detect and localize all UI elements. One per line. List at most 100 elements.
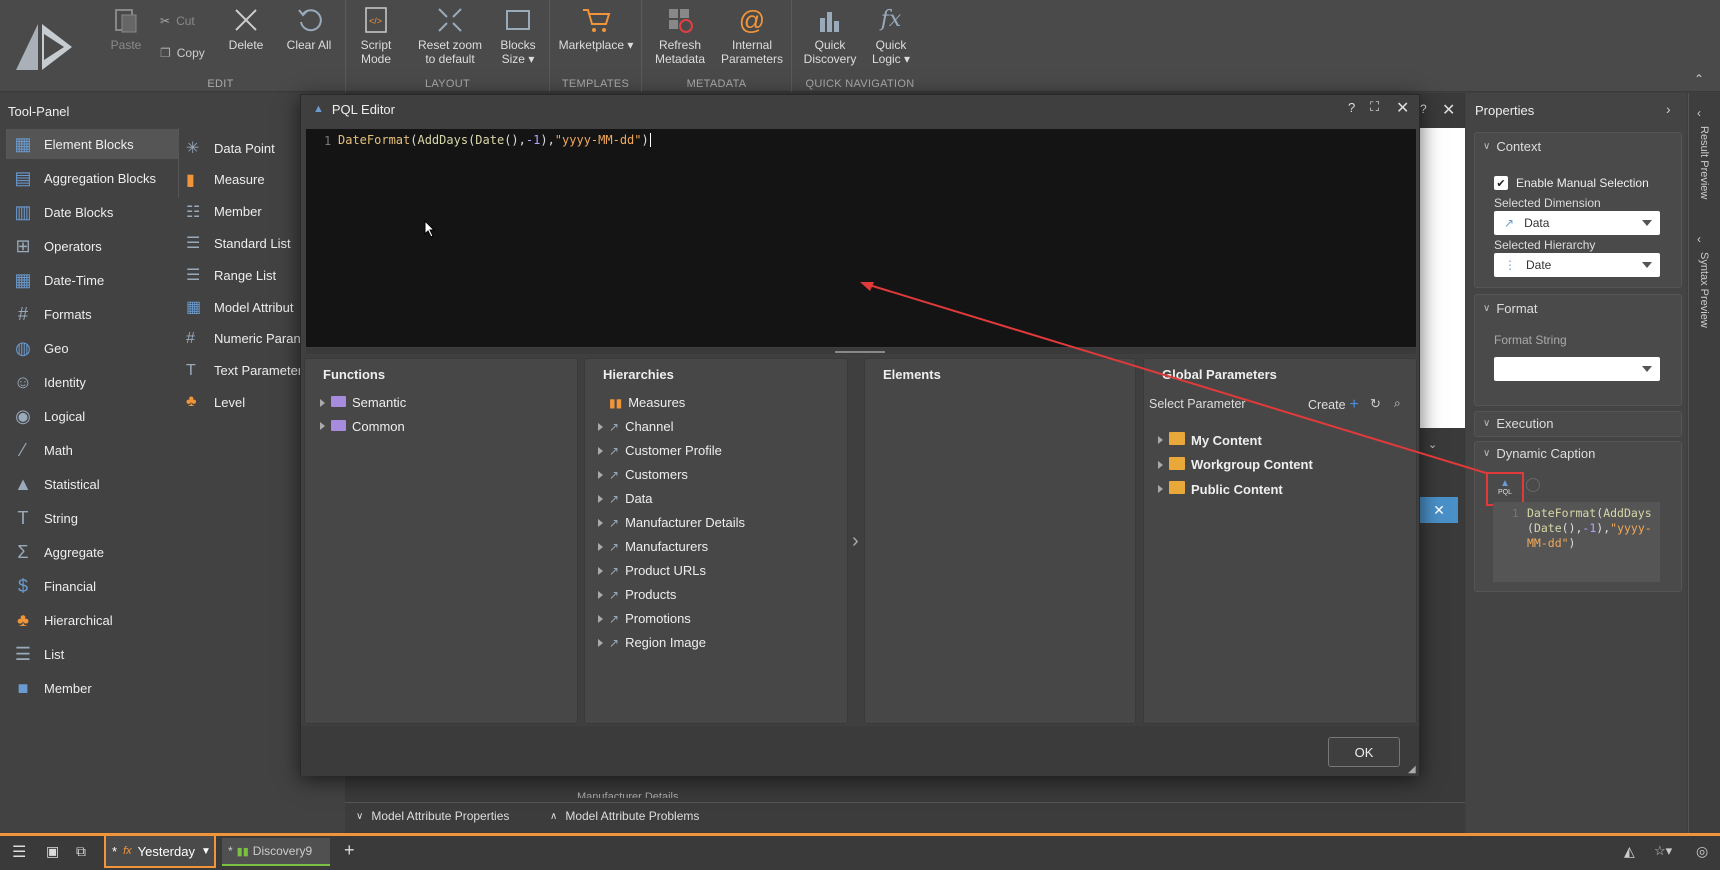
enable-manual-selection-checkbox[interactable]: ✔ Enable Manual Selection <box>1494 176 1649 190</box>
model-attribute-properties-tab[interactable]: ∨ Model Attribute Properties <box>356 809 509 823</box>
format-header[interactable]: ∨ Format <box>1475 295 1681 322</box>
expand-arrow-icon[interactable] <box>320 422 325 430</box>
hierarchy-product-urls[interactable]: ↗ Product URLs <box>598 563 706 578</box>
maximize-icon[interactable]: ⛶ <box>1370 99 1379 115</box>
element-block-range-list[interactable]: ☰ Range List <box>186 260 306 290</box>
tool-category-date-blocks[interactable]: ▥ Date Blocks <box>6 197 178 227</box>
tool-category-list[interactable]: ☰ List <box>6 639 178 669</box>
clear-all-button[interactable]: Clear All <box>284 4 334 52</box>
tool-category-logical[interactable]: ◉ Logical <box>6 401 178 431</box>
element-block-data-point[interactable]: ✳ Data Point <box>186 133 306 163</box>
pin-dropdown-icon[interactable]: ☆▾ <box>1654 843 1672 859</box>
expand-arrow-icon[interactable] <box>1158 460 1163 469</box>
canvas-pin-icon[interactable]: ⌄ <box>1428 438 1437 451</box>
script-mode-button[interactable]: </> Script Mode <box>356 4 396 66</box>
tool-category-statistical[interactable]: ▲ Statistical <box>6 469 178 499</box>
search-icon[interactable]: ⌕ <box>1394 396 1401 411</box>
model-attribute-problems-tab[interactable]: ∧ Model Attribute Problems <box>550 809 699 823</box>
element-block-numeric-paran[interactable]: # Numeric Paran <box>186 324 306 354</box>
expand-arrow-icon[interactable] <box>1158 436 1163 444</box>
marketplace-button[interactable]: Marketplace ▾ <box>558 4 634 52</box>
cut-button[interactable]: ✂ Cut <box>160 14 195 28</box>
syntax-preview-tab[interactable]: Syntax Preview <box>1698 252 1710 328</box>
tool-category-element-blocks[interactable]: ▦ Element Blocks <box>6 129 178 159</box>
pql-editor-button[interactable]: ▲ PQL <box>1495 478 1515 500</box>
hierarchy-products[interactable]: ↗ Products <box>598 587 676 602</box>
blocks-size-button[interactable]: Blocks Size ▾ <box>496 4 540 66</box>
menu-hamburger-icon[interactable]: ☰ <box>12 842 26 862</box>
element-block-measure[interactable]: ▮ Measure <box>186 165 306 195</box>
expand-arrow-icon[interactable] <box>598 494 603 503</box>
reset-zoom-button[interactable]: Reset zoom to default <box>418 4 482 66</box>
paste-button[interactable]: Paste <box>106 4 146 52</box>
canvas-close-icon[interactable]: ✕ <box>1442 100 1455 120</box>
quick-discovery-button[interactable]: Quick Discovery <box>804 4 856 66</box>
tool-category-aggregation-blocks[interactable]: ▤ Aggregation Blocks <box>6 163 178 193</box>
element-block-text-parameter[interactable]: T Text Parameter <box>186 356 306 386</box>
function-folder-semantic[interactable]: Semantic <box>320 395 406 410</box>
canvas-help-icon[interactable]: ? <box>1420 102 1427 116</box>
side-tab-collapse-icon[interactable]: ‹ <box>1697 232 1701 246</box>
tool-category-math[interactable]: ⁄ Math <box>6 435 178 465</box>
side-tab-collapse-icon[interactable]: ‹ <box>1697 106 1701 120</box>
help-icon[interactable]: ? <box>1348 100 1355 115</box>
close-icon[interactable]: ✕ <box>1396 98 1409 118</box>
execution-header[interactable]: ∨ Execution <box>1475 412 1681 437</box>
create-parameter-button[interactable]: Create + <box>1308 396 1359 414</box>
parameter-folder-public-content[interactable]: Public Content <box>1158 481 1283 497</box>
result-preview-tab[interactable]: Result Preview <box>1698 126 1710 199</box>
tool-category-member[interactable]: ■ Member <box>6 673 178 703</box>
ok-button[interactable]: OK <box>1328 737 1400 767</box>
expand-pane-icon[interactable]: › <box>852 530 859 553</box>
format-string-dropdown[interactable] <box>1494 357 1660 381</box>
tab-yesterday[interactable]: * fx Yesterday ▼ <box>104 836 216 868</box>
pql-editor-titlebar[interactable]: ▲ PQL Editor <box>301 95 1419 123</box>
expand-arrow-icon[interactable] <box>598 446 603 455</box>
refresh-metadata-button[interactable]: Refresh Metadata <box>650 4 710 66</box>
hierarchy-measures[interactable]: ▮▮ Measures <box>598 395 685 410</box>
tool-category-string[interactable]: T String <box>6 503 178 533</box>
quick-logic-button[interactable]: fx Quick Logic ▾ <box>868 4 914 67</box>
canvas-dismiss-button[interactable]: ✕ <box>1420 497 1458 523</box>
expand-arrow-icon[interactable] <box>598 470 603 479</box>
tool-category-formats[interactable]: # Formats <box>6 299 178 329</box>
expand-arrow-icon[interactable] <box>320 398 325 407</box>
expand-arrow-icon[interactable] <box>1158 485 1163 493</box>
hierarchy-manufacturer-details[interactable]: ↗ Manufacturer Details <box>598 515 745 530</box>
collapse-ribbon-icon[interactable]: ⌃ <box>1694 72 1704 86</box>
properties-collapse-icon[interactable]: › <box>1666 101 1671 117</box>
selected-hierarchy-dropdown[interactable]: ⋮ Date <box>1494 253 1660 277</box>
refresh-icon[interactable]: ↻ <box>1370 396 1381 412</box>
selected-dimension-dropdown[interactable]: ↗ Data <box>1494 211 1660 235</box>
dynamic-caption-header[interactable]: ∨ Dynamic Caption <box>1475 442 1681 467</box>
copy-button[interactable]: ❐ Copy <box>160 46 205 60</box>
expand-arrow-icon[interactable] <box>598 614 603 623</box>
share-icon[interactable]: ⧉ <box>76 843 86 860</box>
hierarchy-promotions[interactable]: ↗ Promotions <box>598 611 691 626</box>
connection-status-icon[interactable]: ◎ <box>1696 843 1708 860</box>
expand-arrow-icon[interactable] <box>598 566 603 575</box>
tool-category-identity[interactable]: ☺ Identity <box>6 367 178 397</box>
tool-category-operators[interactable]: ⊞ Operators <box>6 231 178 261</box>
expand-arrow-icon[interactable] <box>598 590 603 599</box>
internal-parameters-button[interactable]: @ Internal Parameters <box>720 4 784 66</box>
expand-arrow-icon[interactable] <box>598 518 603 527</box>
context-header[interactable]: ∨ Context <box>1475 133 1681 160</box>
clear-caption-icon[interactable] <box>1526 478 1540 492</box>
hierarchy-data[interactable]: ↗ Data <box>598 491 653 506</box>
tool-category-date-time[interactable]: ▦ Date-Time <box>6 265 178 295</box>
tool-category-aggregate[interactable]: Σ Aggregate <box>6 537 178 567</box>
tool-category-hierarchical[interactable]: ♣ Hierarchical <box>6 605 178 635</box>
hierarchy-region-image[interactable]: ↗ Region Image <box>598 635 706 650</box>
tab-discovery9[interactable]: * ▮▮ Discovery9 <box>222 838 330 866</box>
open-files-icon[interactable]: ▣ <box>46 843 59 860</box>
pyramid-small-icon[interactable]: ◭ <box>1624 843 1635 860</box>
element-block-model-attribut[interactable]: ▦ Model Attribut <box>186 292 306 322</box>
expand-arrow-icon[interactable] <box>598 422 603 431</box>
hierarchy-customer-profile[interactable]: ↗ Customer Profile <box>598 443 722 458</box>
function-folder-common[interactable]: Common <box>320 419 405 434</box>
tool-category-geo[interactable]: ◍ Geo <box>6 333 178 363</box>
element-block-level[interactable]: ♣ Level <box>186 387 306 417</box>
delete-button[interactable]: Delete <box>226 4 266 52</box>
parameter-folder-workgroup-content[interactable]: Workgroup Content <box>1158 456 1313 473</box>
